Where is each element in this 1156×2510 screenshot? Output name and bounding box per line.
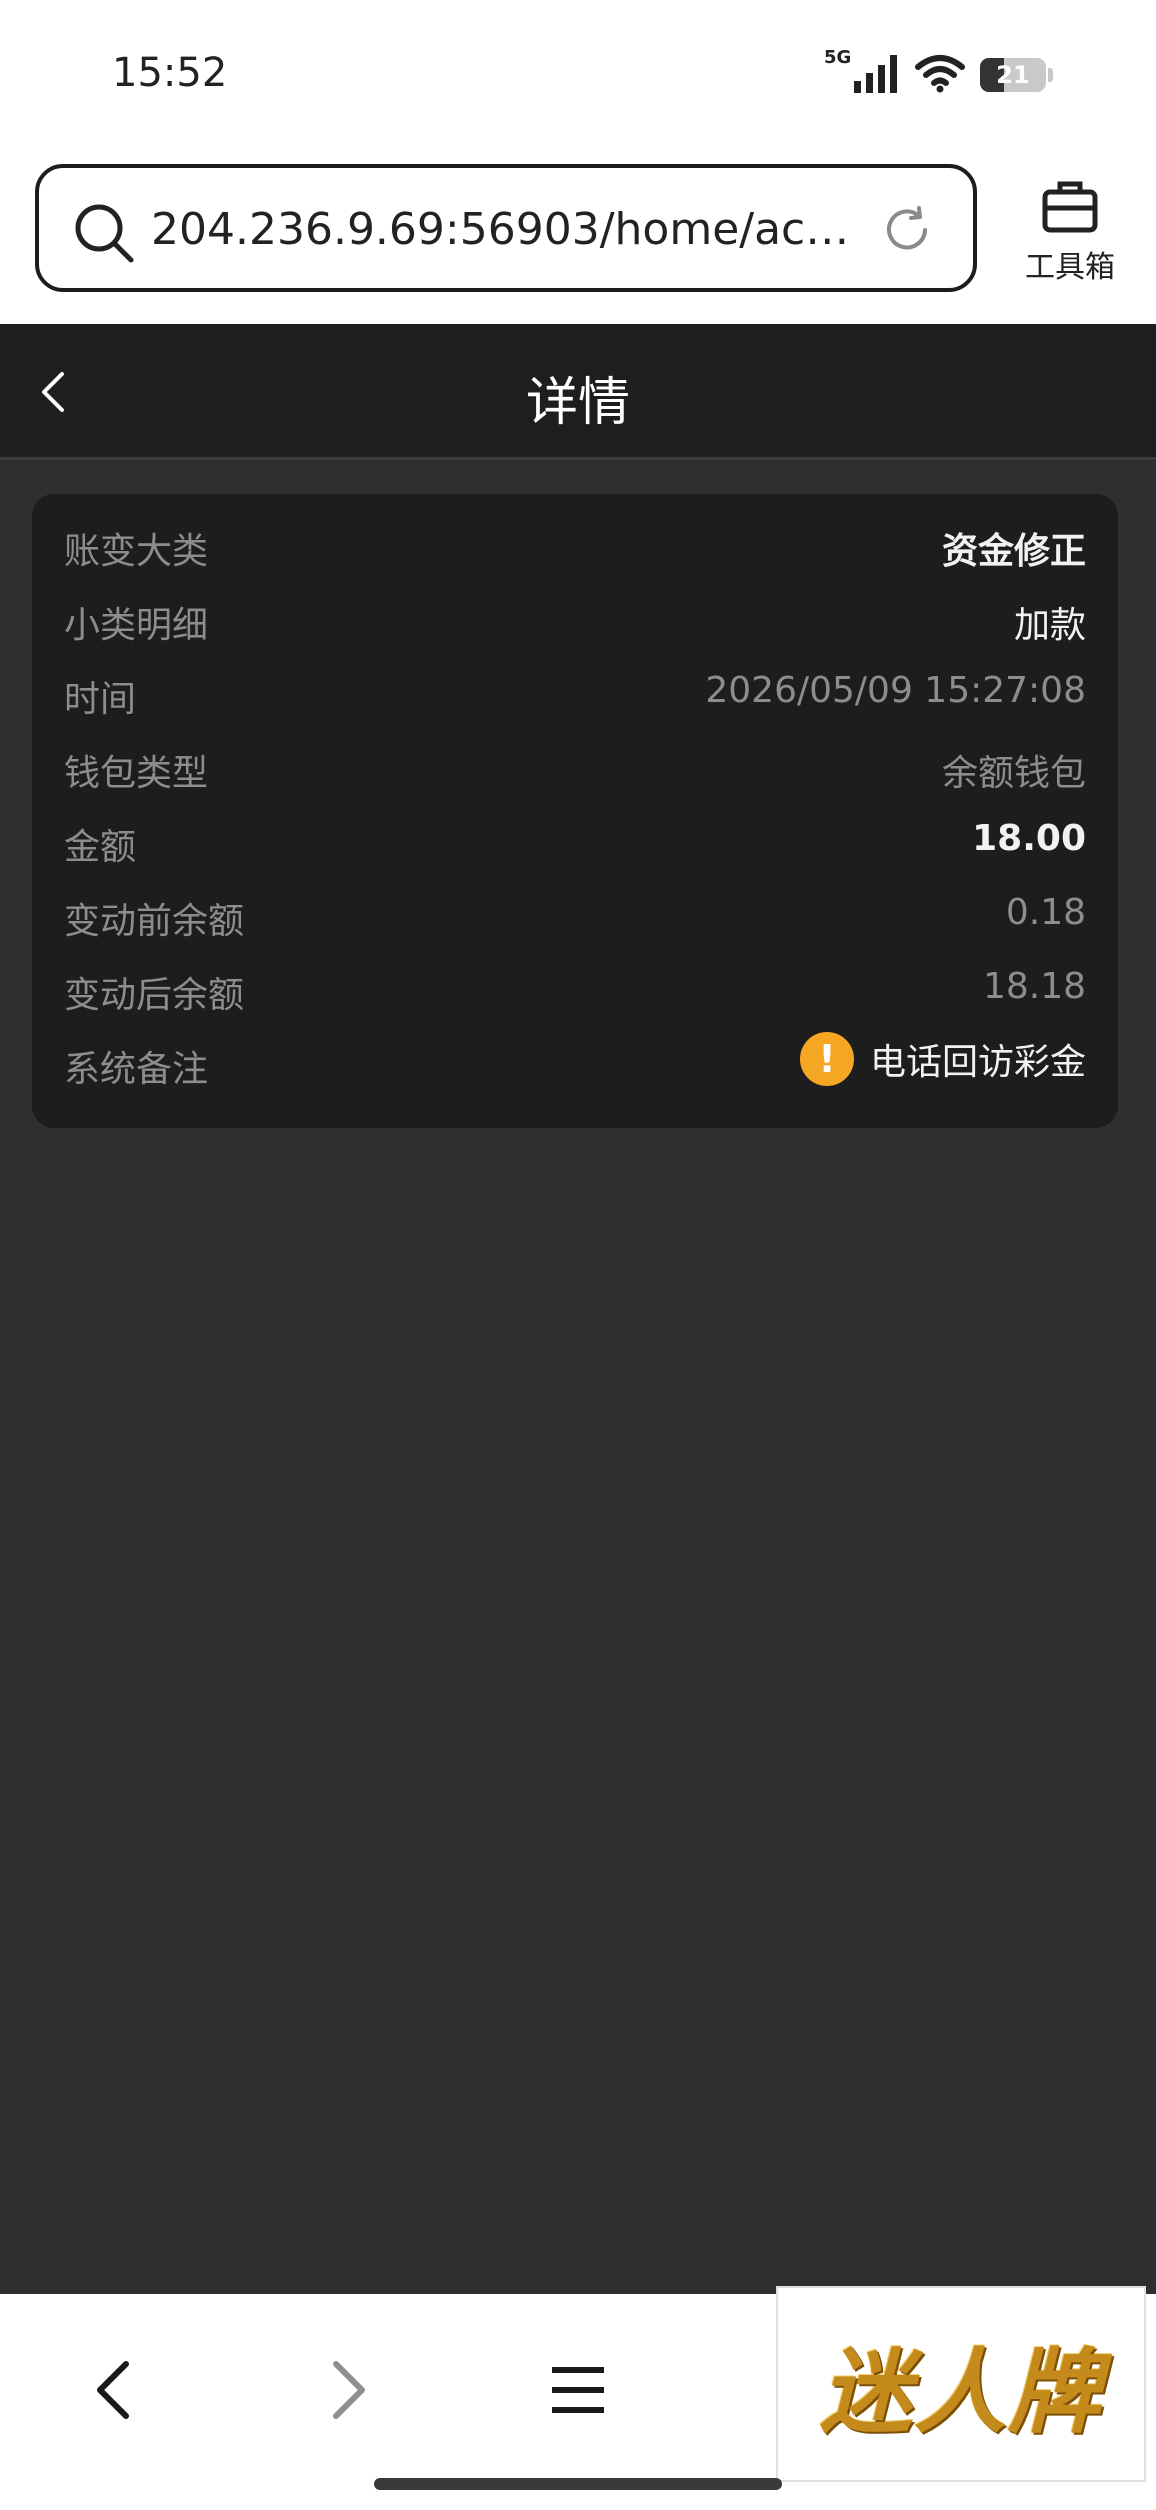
detail-value: 资金修正 [941, 531, 1086, 572]
signal-icon: 5G [824, 47, 900, 97]
detail-value: 0.18 [1005, 892, 1086, 933]
page-title: 详情 [525, 373, 630, 433]
reload-icon[interactable] [881, 204, 933, 260]
nav-forward-button[interactable] [310, 2350, 390, 2430]
detail-label: 小类明细 [64, 605, 209, 646]
detail-value: 加款 [1013, 605, 1086, 646]
detail-value: 18.00 [972, 818, 1086, 859]
browser-toolbar: 204.236.9.69:56903/home/accou... 工具箱 [0, 150, 1156, 324]
menu-button[interactable] [538, 2350, 618, 2430]
detail-row-balance-after: 变动后余额 18.18 [64, 958, 1086, 1018]
toolbox-icon [1010, 176, 1130, 238]
detail-row-subcategory: 小类明细 加款 [64, 588, 1086, 648]
url-text[interactable]: 204.236.9.69:56903/home/accou... [151, 204, 871, 255]
detail-value: 2026/05/09 15:27:08 [705, 670, 1086, 711]
toolbox-button[interactable]: 工具箱 [1010, 176, 1130, 286]
detail-card: 账变大类 资金修正 小类明细 加款 时间 2026/05/09 15:27:08… [32, 494, 1118, 1128]
detail-label: 变动后余额 [64, 975, 245, 1016]
detail-label: 系统备注 [64, 1049, 209, 1090]
address-bar[interactable]: 204.236.9.69:56903/home/accou... [35, 164, 977, 292]
nav-back-button[interactable] [72, 2350, 152, 2430]
detail-row-system-note: 系统备注 ! 电话回访彩金 [64, 1032, 1086, 1092]
toolbox-label: 工具箱 [1025, 250, 1115, 285]
wifi-icon [914, 53, 966, 97]
detail-label: 账变大类 [64, 531, 209, 572]
detail-row-amount: 金额 18.00 [64, 810, 1086, 870]
detail-row-wallet-type: 钱包类型 余额钱包 [64, 736, 1086, 796]
detail-label: 钱包类型 [64, 753, 209, 794]
detail-row-time: 时间 2026/05/09 15:27:08 [64, 662, 1086, 722]
chevron-left-icon [97, 2361, 129, 2419]
detail-label: 金额 [64, 827, 137, 868]
detail-value: 18.18 [982, 966, 1086, 1007]
home-indicator[interactable] [374, 2478, 782, 2490]
chevron-right-icon [333, 2361, 365, 2419]
status-icons: 5G 21 [824, 47, 1053, 98]
detail-row-balance-before: 变动前余额 0.18 [64, 884, 1086, 944]
system-note: ! 电话回访彩金 [799, 1032, 1086, 1086]
menu-icon [552, 2367, 604, 2413]
detail-label: 变动前余额 [64, 901, 245, 942]
battery-level: 21 [996, 61, 1030, 89]
page-header: 详情 [0, 324, 1156, 460]
detail-value: 电话回访彩金 [869, 1042, 1086, 1083]
brand-ad-banner[interactable]: 迷人牌 [776, 2286, 1146, 2482]
detail-row-category: 账变大类 资金修正 [64, 514, 1086, 574]
search-icon [73, 202, 135, 268]
battery-icon: 21 [980, 58, 1053, 92]
warning-icon: ! [799, 1032, 854, 1086]
detail-label: 时间 [64, 679, 137, 720]
network-type-label: 5G [824, 47, 852, 68]
brand-ad-text: 迷人牌 [819, 2337, 1102, 2446]
status-time: 15:52 [112, 50, 228, 96]
detail-value: 余额钱包 [941, 753, 1086, 794]
status-bar: 15:52 5G 21 [0, 0, 1156, 150]
